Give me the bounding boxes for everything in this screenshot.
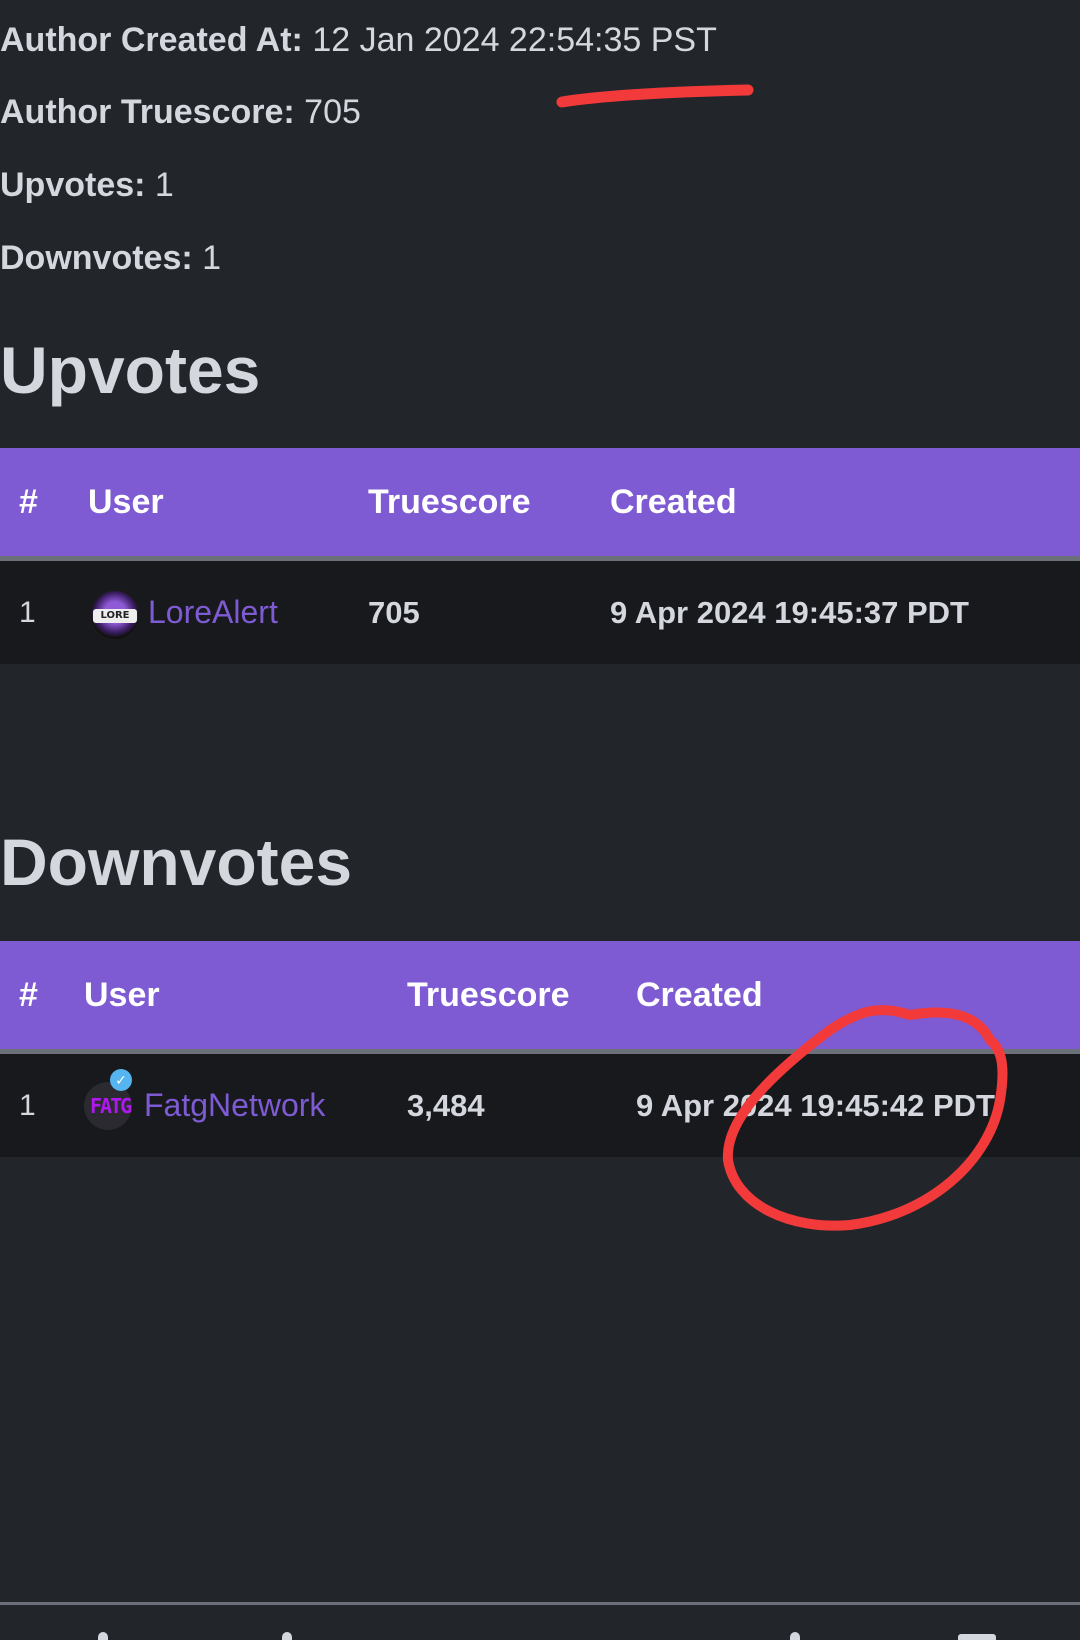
author-truescore: Author Truescore: 705 (0, 92, 361, 132)
nav-icon-4[interactable] (958, 1634, 996, 1640)
verified-badge-icon: ✓ (110, 1069, 132, 1091)
row-rank: 1 (19, 1089, 36, 1122)
column-header-user: User (88, 483, 164, 521)
column-header-user: User (84, 976, 160, 1014)
downvotes-table-header: # User Truescore Created (0, 941, 1080, 1054)
column-header-truescore: Truescore (407, 976, 570, 1014)
author-created-at: Author Created At: 12 Jan 2024 22:54:35 … (0, 20, 717, 60)
row-rank: 1 (19, 596, 36, 629)
lore-badge-icon: LORE (93, 609, 137, 623)
author-truescore-value: 705 (304, 93, 361, 131)
row-created: 9 Apr 2024 19:45:42 PDT (636, 1088, 995, 1123)
author-created-at-label: Author Created At: (0, 21, 303, 59)
row-truescore: 3,484 (407, 1088, 485, 1123)
bottom-nav-divider (0, 1602, 1080, 1605)
fatg-glyph-icon: FATG (90, 1094, 132, 1118)
lore-logo-avatar[interactable]: LORE (89, 589, 141, 641)
table-row: 1 LORE LoreAlert 705 9 Apr 2024 19:45:37… (0, 561, 1080, 664)
column-header-created: Created (610, 483, 737, 521)
column-header-rank: # (19, 483, 38, 521)
author-created-at-value: 12 Jan 2024 22:54:35 PST (312, 21, 717, 59)
upvotes-count-value: 1 (154, 166, 174, 204)
downvotes-count: Downvotes: 1 (0, 238, 221, 278)
row-created: 9 Apr 2024 19:45:37 PDT (610, 595, 969, 630)
row-user: LoreAlert (148, 561, 278, 664)
downvotes-count-value: 1 (202, 239, 222, 277)
table-row: 1 FATG ✓ FatgNetwork 3,484 9 Apr 2024 19… (0, 1054, 1080, 1157)
upvotes-table: # User Truescore Created 1 LORE LoreAler… (0, 448, 1080, 664)
downvotes-heading: Downvotes (0, 825, 353, 899)
user-link-lorealert[interactable]: LoreAlert (148, 594, 278, 630)
column-header-created: Created (636, 976, 763, 1014)
column-header-truescore: Truescore (368, 483, 531, 521)
downvotes-table: # User Truescore Created 1 FATG ✓ FatgNe… (0, 941, 1080, 1157)
upvotes-heading: Upvotes (0, 333, 261, 407)
nav-icon-3[interactable] (790, 1632, 800, 1640)
author-truescore-label: Author Truescore: (0, 93, 295, 131)
upvotes-table-header: # User Truescore Created (0, 448, 1080, 561)
nav-icon-1[interactable] (98, 1632, 108, 1640)
upvotes-count-label: Upvotes: (0, 166, 146, 204)
downvotes-count-label: Downvotes: (0, 239, 193, 277)
annotation-underline (556, 84, 754, 108)
column-header-rank: # (19, 976, 38, 1014)
upvotes-count: Upvotes: 1 (0, 165, 174, 205)
nav-icon-2[interactable] (282, 1632, 292, 1640)
user-link-fatgnetwork[interactable]: FatgNetwork (144, 1087, 325, 1123)
row-truescore: 705 (368, 595, 420, 630)
row-user: FatgNetwork (144, 1054, 325, 1157)
